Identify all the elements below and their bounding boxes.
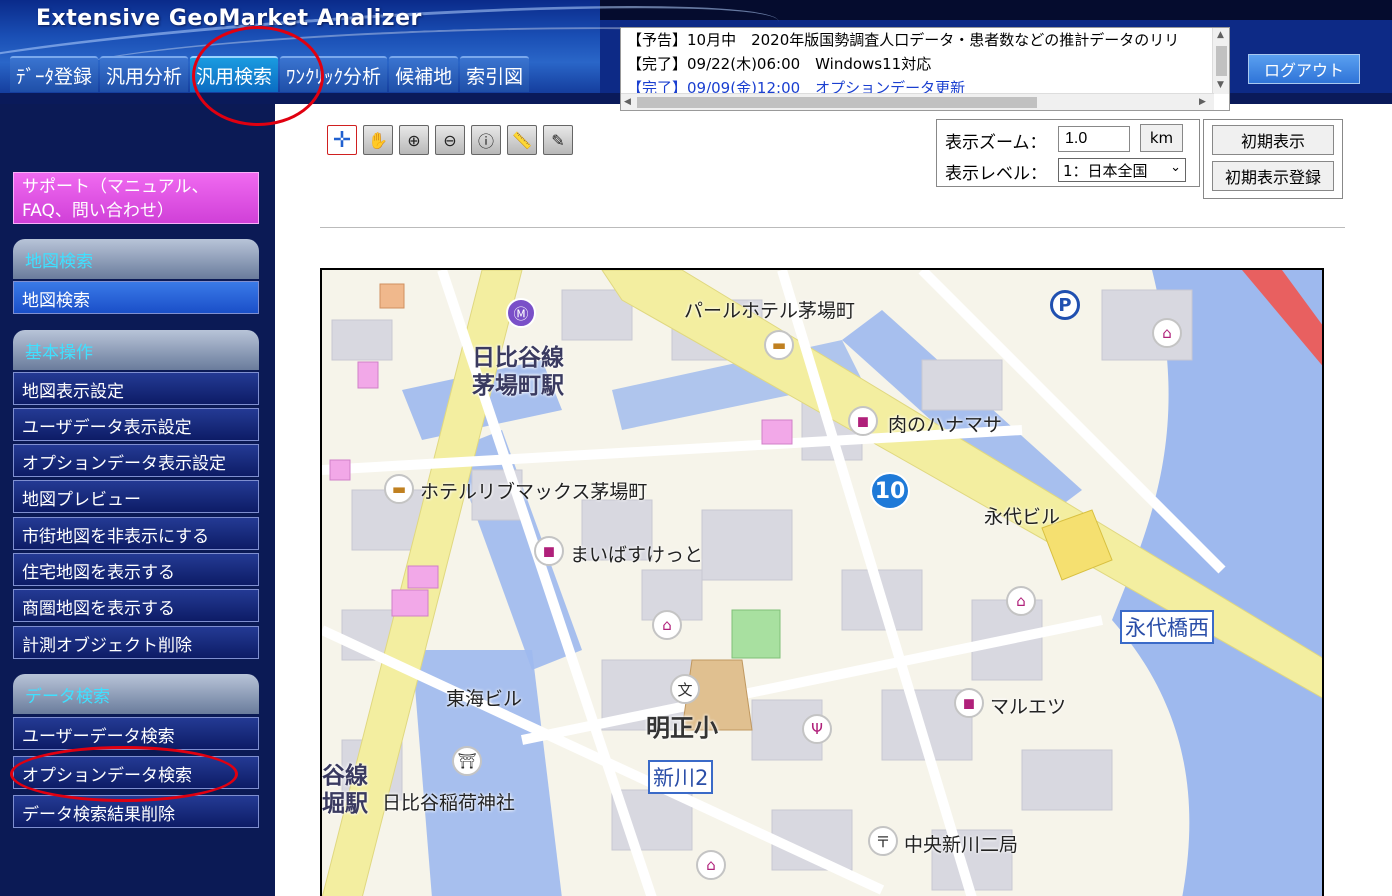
news-item: 【完了】09/22(木)06:00 Windows11対応 bbox=[627, 55, 932, 73]
level-label: 表示レベル： bbox=[945, 164, 1047, 184]
section-header-data-search: データ検索 bbox=[13, 674, 259, 714]
divider bbox=[320, 227, 1345, 228]
sidebar-item-user-data-display[interactable]: ユーザデータ表示設定 bbox=[13, 408, 259, 441]
annotation-circle bbox=[192, 26, 324, 126]
map-label-hibiya-inari-shrine: 日比谷稲荷神社 bbox=[382, 792, 516, 814]
map-label-eitai-bldg: 永代ビル bbox=[984, 506, 1061, 528]
map-label-hotel-livemax: ホテルリブマックス茅場町 bbox=[420, 481, 648, 503]
map-label-meisho-elementary: 明正小 bbox=[646, 714, 718, 742]
shop-bag-icon: ◼ bbox=[534, 536, 564, 566]
zoom-out-tool-icon[interactable]: ⊖ bbox=[435, 125, 465, 155]
zoom-input[interactable] bbox=[1058, 126, 1130, 152]
scroll-right-arrow-icon[interactable]: ▶ bbox=[1199, 97, 1206, 107]
scroll-left-arrow-icon[interactable]: ◀ bbox=[624, 97, 631, 107]
hotel-icon: ▬ bbox=[764, 330, 794, 360]
support-button[interactable]: サポート（マニュアル、FAQ、問い合わせ） bbox=[13, 172, 259, 224]
logout-button[interactable]: ログアウト bbox=[1248, 54, 1360, 84]
map-label-shinkawa2: 新川2 bbox=[648, 760, 714, 794]
sidebar-item-user-data-search[interactable]: ユーザーデータ検索 bbox=[13, 717, 259, 750]
news-ticker: 【予告】10月中 2020年版国勢調査人口データ・患者数などの推計データのリリ … bbox=[620, 27, 1230, 111]
pan-hand-tool-icon[interactable]: ✋ bbox=[363, 125, 393, 155]
zoom-in-tool-icon[interactable]: ⊕ bbox=[399, 125, 429, 155]
initial-view-button[interactable]: 初期表示 bbox=[1212, 125, 1334, 155]
convenience-store-icon: ⌂ bbox=[696, 850, 726, 880]
scroll-thumb[interactable] bbox=[1216, 46, 1227, 76]
register-initial-view-button[interactable]: 初期表示登録 bbox=[1212, 161, 1334, 191]
map-label-maibasuketto: まいばすけっと bbox=[570, 544, 704, 566]
display-level-select[interactable]: 1：日本全国 ⌄ bbox=[1058, 158, 1186, 182]
sidebar-item-map-preview[interactable]: 地図プレビュー bbox=[13, 480, 259, 513]
sidebar-item-show-residential-map[interactable]: 住宅地図を表示する bbox=[13, 553, 259, 586]
area-measure-tool-icon[interactable]: ✎ bbox=[543, 125, 573, 155]
parking-icon: P bbox=[1050, 290, 1080, 320]
hotel-icon: ▬ bbox=[384, 474, 414, 504]
post-office-icon: 〒 bbox=[868, 826, 898, 856]
ruler-tool-icon[interactable]: 📏 bbox=[507, 125, 537, 155]
map-label-tokai-bldg: 東海ビル bbox=[446, 688, 523, 710]
annotation-circle bbox=[10, 746, 238, 802]
map-label-eitaibashi-nishi: 永代橋西 bbox=[1120, 610, 1214, 644]
scroll-up-arrow-icon[interactable]: ▲ bbox=[1217, 30, 1224, 40]
map-label-station-fragment: 堀駅 bbox=[322, 791, 368, 817]
tab-index-map[interactable]: 索引図 bbox=[460, 56, 530, 92]
zoom-unit-button[interactable]: km bbox=[1140, 124, 1183, 152]
sidebar-item-map-search[interactable]: 地図検索 bbox=[13, 281, 259, 314]
scroll-down-arrow-icon[interactable]: ▼ bbox=[1217, 80, 1224, 90]
sidebar-item-hide-city-map[interactable]: 市街地図を非表示にする bbox=[13, 517, 259, 550]
map-label-maruetsu: マルエツ bbox=[990, 696, 1067, 718]
convenience-store-icon: ⌂ bbox=[1152, 318, 1182, 348]
news-horizontal-scrollbar[interactable]: ◀ ▶ bbox=[621, 93, 1214, 110]
sidebar-item-show-trade-area-map[interactable]: 商圏地図を表示する bbox=[13, 589, 259, 622]
map-label-kayabacho-station: 茅場町駅 bbox=[472, 373, 564, 399]
chevron-down-icon: ⌄ bbox=[1170, 160, 1181, 175]
section-header-map-search: 地図検索 bbox=[13, 239, 259, 279]
app-window: Extensive GeoMarket Analizer ﾃﾞｰﾀ登録 汎用分析… bbox=[0, 0, 1392, 896]
restaurant-icon: Ψ bbox=[802, 714, 832, 744]
zoom-level-panel: 表示ズーム： km 表示レベル： 1：日本全国 ⌄ bbox=[936, 119, 1200, 187]
convenience-store-icon: ⌂ bbox=[652, 610, 682, 640]
tab-data-registration[interactable]: ﾃﾞｰﾀ登録 bbox=[10, 56, 99, 92]
shop-bag-icon: ◼ bbox=[848, 406, 878, 436]
map-label-pearl-hotel: パールホテル茅場町 bbox=[684, 300, 856, 322]
subway-station-icon: Ⓜ bbox=[506, 298, 536, 328]
tab-general-analysis[interactable]: 汎用分析 bbox=[100, 56, 189, 92]
map-label-niku-no-hanamasa: 肉のハナマサ bbox=[888, 414, 1003, 436]
sidebar-item-map-display-settings[interactable]: 地図表示設定 bbox=[13, 372, 259, 405]
school-icon: 文 bbox=[670, 674, 700, 704]
scroll-thumb[interactable] bbox=[637, 97, 1037, 108]
shrine-icon: ⛩ bbox=[452, 746, 482, 776]
section-header-basic-ops: 基本操作 bbox=[13, 330, 259, 370]
app-title: Extensive GeoMarket Analizer bbox=[36, 6, 422, 31]
info-tool-icon[interactable]: ⓘ bbox=[471, 125, 501, 155]
display-level-value: 1：日本全国 bbox=[1063, 162, 1148, 180]
news-vertical-scrollbar[interactable]: ▲ ▼ bbox=[1212, 28, 1229, 94]
sidebar-item-option-data-display[interactable]: オプションデータ表示設定 bbox=[13, 444, 259, 477]
map-view[interactable]: パールホテル茅場町 日比谷線 茅場町駅 肉のハナマサ 10 永代ビル ホテルリブ… bbox=[320, 268, 1324, 896]
shop-bag-icon: ◼ bbox=[954, 688, 984, 718]
initial-view-panel: 初期表示 初期表示登録 bbox=[1203, 119, 1343, 199]
zoom-label: 表示ズーム： bbox=[945, 133, 1047, 153]
tab-candidate-sites[interactable]: 候補地 bbox=[389, 56, 459, 92]
convenience-store-icon: ⌂ bbox=[1006, 586, 1036, 616]
news-item: 【予告】10月中 2020年版国勢調査人口データ・患者数などの推計データのリリ bbox=[627, 31, 1180, 49]
map-label-chuo-shinkawa-post: 中央新川二局 bbox=[904, 834, 1019, 856]
crosshair-tool-icon[interactable]: ✛ bbox=[327, 125, 357, 155]
route-10-sign: 10 bbox=[870, 472, 910, 510]
sidebar-item-delete-measure-objects[interactable]: 計測オブジェクト削除 bbox=[13, 626, 259, 659]
